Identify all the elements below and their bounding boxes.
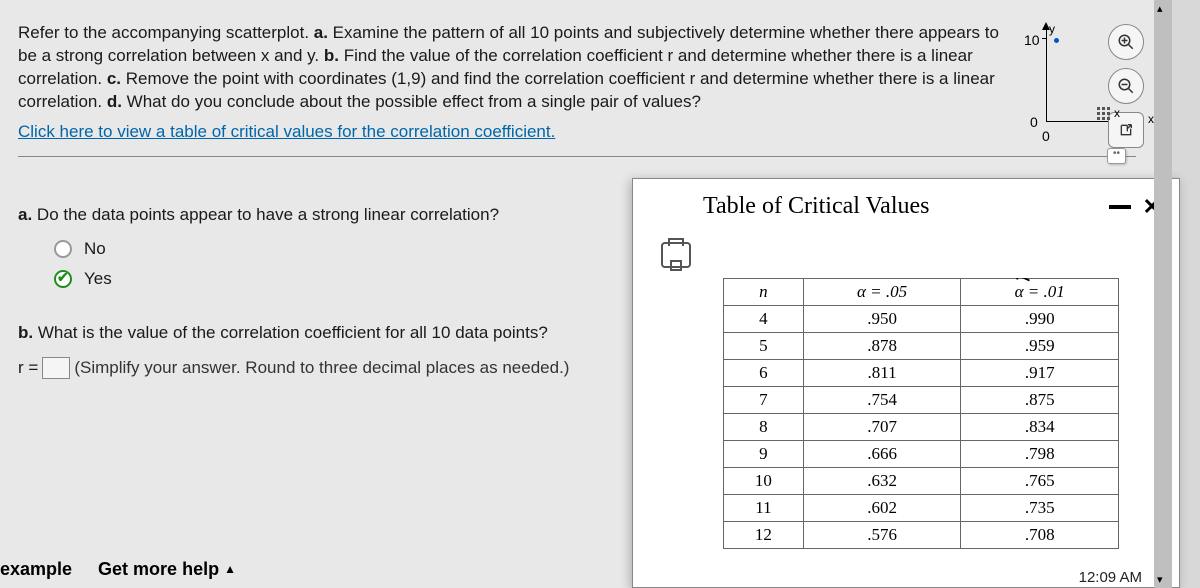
part-b-prompt: What is the value of the correlation coe… — [33, 323, 548, 342]
y-tick-10: 10 — [1024, 32, 1040, 48]
table-row: 12.576.708 — [724, 522, 1119, 549]
grid-x-label: x — [1114, 106, 1120, 120]
print-icon[interactable] — [661, 242, 691, 268]
grid-icon[interactable] — [1097, 107, 1110, 120]
scroll-down-icon[interactable]: ▾ — [1157, 573, 1163, 586]
option-no-label: No — [84, 239, 106, 259]
zoom-out-icon[interactable] — [1108, 68, 1144, 104]
get-more-help-button[interactable]: Get more help ▲ — [98, 559, 236, 580]
table-row: 7.754.875 — [724, 387, 1119, 414]
minimize-icon[interactable] — [1109, 205, 1131, 209]
r-input[interactable] — [42, 357, 70, 379]
col-n: n — [724, 279, 804, 306]
table-row: 4.950.990 — [724, 306, 1119, 333]
table-row: 6.811.917 — [724, 360, 1119, 387]
divider: •• — [18, 156, 1136, 157]
rounding-note: (Simplify your answer. Round to three de… — [74, 358, 569, 378]
part-a-label: a. — [18, 205, 32, 224]
r-equals-label: r = — [18, 358, 38, 378]
y-tick-0: 0 — [1030, 114, 1038, 130]
example-button[interactable]: example — [0, 559, 72, 580]
caret-up-icon: ▲ — [224, 562, 236, 576]
part-b-label: b. — [18, 323, 33, 342]
critical-values-table: n α = .05 α = .01 4.950.9905.878.9596.81… — [723, 278, 1119, 549]
data-point — [1054, 38, 1059, 43]
option-yes-label: Yes — [84, 269, 112, 289]
table-row: 10.632.765 — [724, 468, 1119, 495]
col-a01: α = .01 — [961, 279, 1119, 306]
table-row: 5.878.959 — [724, 333, 1119, 360]
table-row: 9.666.798 — [724, 441, 1119, 468]
col-a05: α = .05 — [803, 279, 961, 306]
critical-values-dialog: Table of Critical Values ✕ ↖ n α = .05 α… — [632, 178, 1180, 588]
question-text: Refer to the accompanying scatterplot. a… — [18, 22, 1003, 114]
scroll-up-icon[interactable]: ▴ — [1157, 2, 1163, 15]
x-tick-0: 0 — [1042, 128, 1050, 144]
critical-values-link[interactable]: Click here to view a table of critical v… — [18, 122, 555, 142]
y-axis-label: y — [1049, 22, 1055, 36]
table-row: 8.707.834 — [724, 414, 1119, 441]
dialog-title: Table of Critical Values — [703, 193, 929, 220]
clock: 12:09 AM — [1079, 569, 1142, 586]
radio-no[interactable] — [54, 240, 72, 258]
scrollbar[interactable]: ▴ ▾ — [1154, 0, 1172, 588]
table-row: 11.602.735 — [724, 495, 1119, 522]
part-a-prompt: Do the data points appear to have a stro… — [32, 205, 499, 224]
radio-yes[interactable] — [54, 270, 72, 288]
zoom-in-icon[interactable] — [1108, 24, 1144, 60]
